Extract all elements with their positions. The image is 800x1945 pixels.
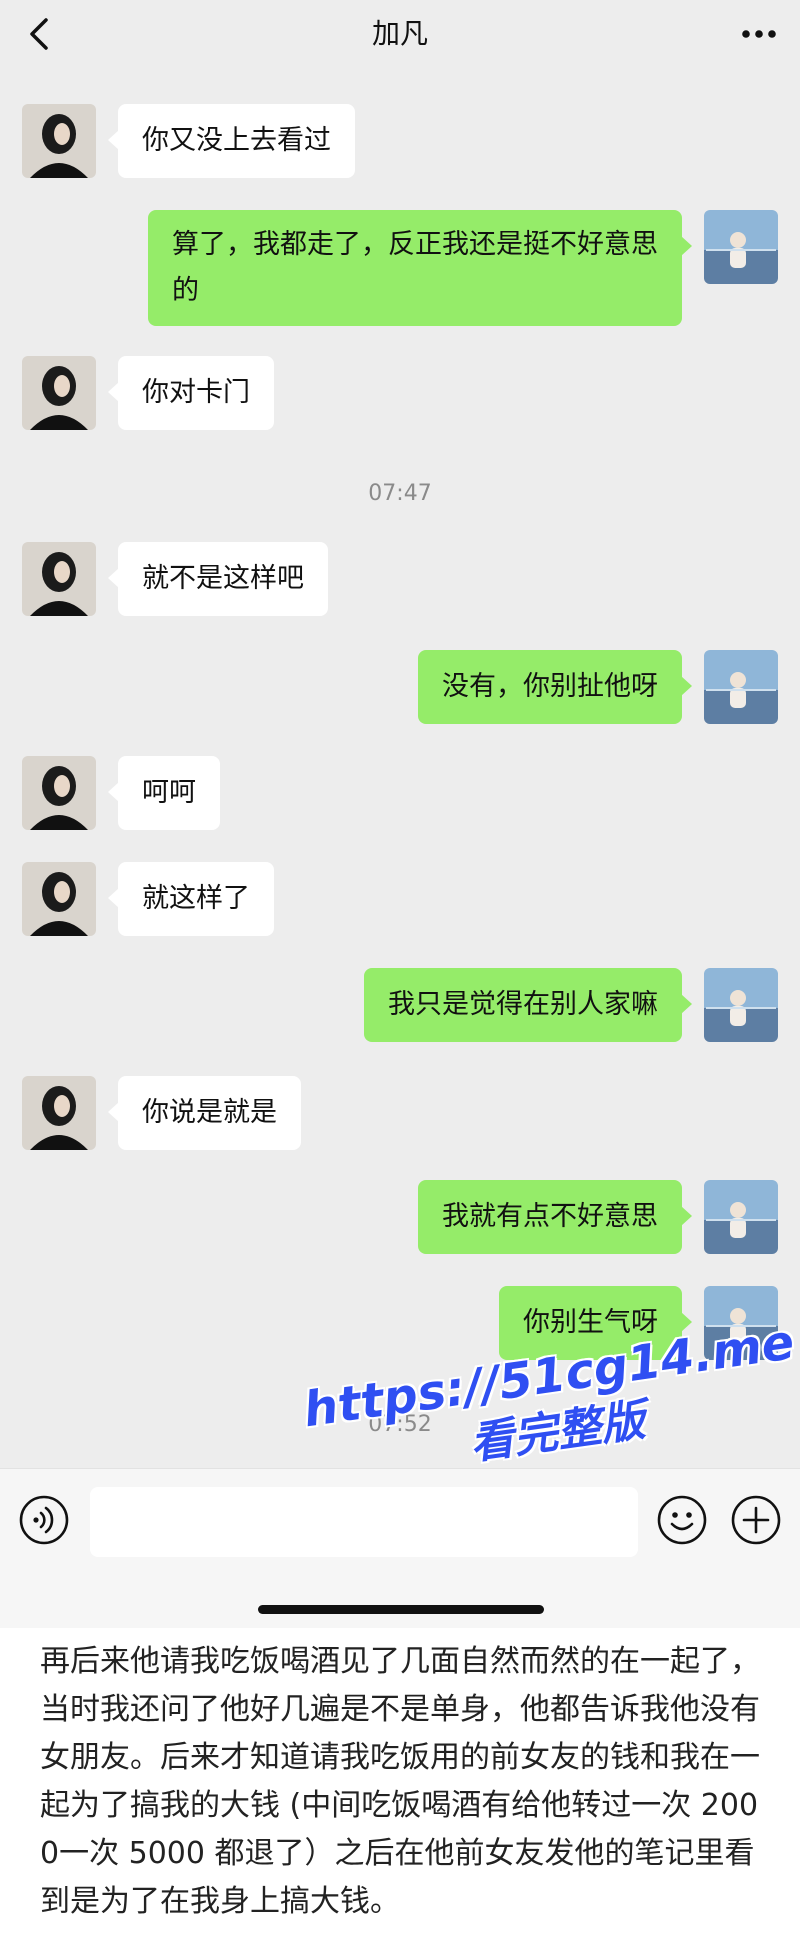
contact-avatar[interactable] — [22, 104, 96, 178]
sent-message-bubble[interactable]: 我只是觉得在别人家嘛 — [364, 968, 692, 1042]
contact-avatar[interactable] — [22, 862, 96, 936]
sent-message-bubble[interactable]: 算了，我都走了，反正我还是挺不好意思的 — [148, 210, 692, 326]
received-message-bubble[interactable]: 就这样了 — [108, 862, 274, 936]
contact-avatar[interactable] — [22, 1076, 96, 1150]
message-timestamp: 07:47 — [368, 481, 432, 506]
sent-message-bubble[interactable]: 我就有点不好意思 — [418, 1180, 692, 1254]
received-message-bubble[interactable]: 就不是这样吧 — [108, 542, 328, 616]
user-avatar[interactable] — [704, 650, 778, 724]
voice-icon[interactable] — [18, 1494, 70, 1546]
received-message-bubble[interactable]: 呵呵 — [108, 756, 220, 830]
received-message-bubble[interactable]: 你对卡门 — [108, 356, 274, 430]
ellipsis-icon[interactable] — [738, 18, 780, 50]
contact-avatar[interactable] — [22, 542, 96, 616]
plus-icon[interactable] — [730, 1494, 782, 1546]
received-message-bubble[interactable]: 你说是就是 — [108, 1076, 301, 1150]
user-avatar[interactable] — [704, 968, 778, 1042]
caption-text: 再后来他请我吃饭喝酒见了几面自然而然的在一起了，当时我还问了他好几遍是不是单身，… — [40, 1644, 760, 1919]
user-avatar[interactable] — [704, 1180, 778, 1254]
contact-avatar[interactable] — [22, 356, 96, 430]
chat-screen: 加凡 你又没上去看过 算了，我都走了，反正我还是挺不好意思的 你对卡门 07:4… — [0, 0, 800, 1628]
contact-avatar[interactable] — [22, 756, 96, 830]
user-avatar[interactable] — [704, 210, 778, 284]
sent-message-bubble[interactable]: 没有，你别扯他呀 — [418, 650, 692, 724]
received-message-bubble[interactable]: 你又没上去看过 — [108, 104, 355, 178]
home-indicator — [258, 1605, 544, 1614]
chat-title: 加凡 — [371, 17, 428, 50]
chat-header: 加凡 — [0, 0, 800, 70]
